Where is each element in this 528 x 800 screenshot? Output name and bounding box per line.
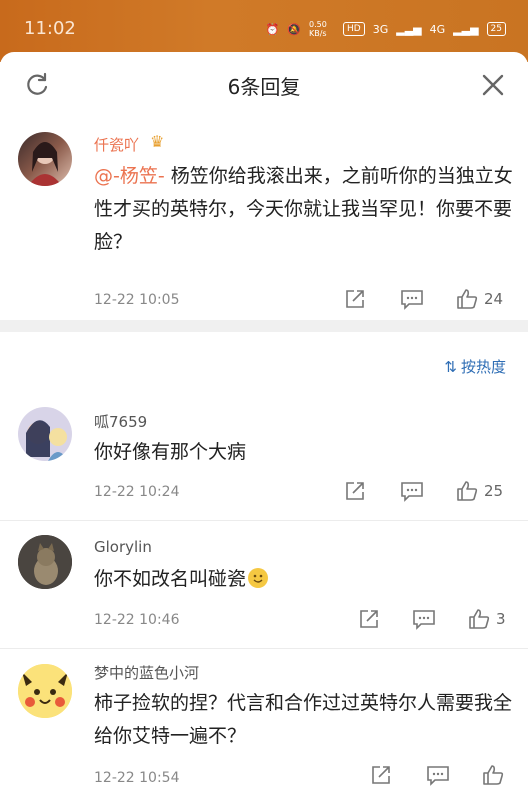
thumbs-up-icon [483,765,504,785]
reply-time: 12-22 10:24 [94,484,180,500]
net-speed: 0.50 KB/s [309,20,327,38]
sort-button[interactable]: ⇅ 按热度 [444,356,506,377]
like-count: 24 [484,290,504,308]
thumbs-up-icon [457,289,478,309]
comment-text: @-杨笠- 杨笠你给我滚出来，之前听你的当独立女性才买的英特尔，今天你就让我当罕… [94,160,514,259]
reply-item: 呱7659 你好像有那个大病 12-22 10:24 25 [0,402,528,517]
share-icon [346,290,364,308]
signal-4g: 4G [429,22,446,36]
share-icon [360,610,378,628]
reply-time: 12-22 10:54 [94,770,180,786]
username[interactable]: 梦中的蓝色小河 [94,662,199,683]
forward-button[interactable] [358,608,380,630]
like-button[interactable]: 3 [468,608,506,630]
status-icons: ⏰ 🔕 0.50 KB/s HD 3G ▂▃▅ 4G ▂▃▅ 25 [266,20,506,38]
main-comment: 仟瓷吖 ♛ @-杨笠- 杨笠你给我滚出来，之前听你的当独立女性才买的英特尔，今天… [0,122,528,322]
mute-icon: 🔕 [287,22,301,36]
smile-emoji-icon [248,568,269,588]
comment-icon [401,482,423,502]
divider [0,648,528,649]
reply-item: Glorylin 你不如改名叫碰瓷 12-22 10:46 3 [0,530,528,645]
share-icon [372,766,390,784]
reply-text: 你好像有那个大病 [94,441,247,463]
avatar[interactable] [18,535,72,589]
comment-button[interactable] [400,480,424,502]
reply-sheet: 6条回复 仟瓷吖 ♛ @-杨笠- 杨笠你给我滚出来，之前听你的当独立女性才买的英… [0,52,528,800]
comment-button[interactable] [400,288,424,310]
like-button[interactable]: 25 [456,480,503,502]
sort-icon: ⇅ [444,357,457,376]
close-icon[interactable] [480,72,506,98]
reply-item: 梦中的蓝色小河 柿子捡软的捏？代言和合作过过英特尔人需要我全给你艾特一遍不？ 1… [0,658,528,800]
reply-text: 你不如改名叫碰瓷 [94,563,514,596]
sheet-title: 6条回复 [227,75,301,99]
like-count: 25 [484,482,504,500]
sort-label: 按热度 [460,358,506,376]
reply-time: 12-22 10:46 [94,612,180,628]
reply-body: 你不如改名叫碰瓷 [94,568,247,590]
thumbs-up-icon [469,609,490,629]
vip-crown-icon: ♛ [150,132,165,151]
comment-button[interactable] [412,608,436,630]
forward-button[interactable] [344,480,366,502]
battery-icon: 25 [486,22,506,36]
status-time: 11:02 [24,18,76,39]
alarm-icon: ⏰ [265,22,280,36]
like-button[interactable] [482,764,510,786]
comment-icon [413,610,435,630]
divider [0,520,528,521]
section-divider [0,320,528,332]
username[interactable]: 仟瓷吖 [94,134,139,155]
share-icon [346,482,364,500]
signal-icon: ▂▃▅ [453,22,479,36]
signal-3g: 3G [372,22,389,36]
forward-button[interactable] [370,764,392,786]
like-button[interactable]: 24 [456,288,503,310]
mention-link[interactable]: @-杨笠- [94,165,165,187]
avatar[interactable] [18,664,72,718]
thumbs-up-icon [457,481,478,501]
comment-icon [427,766,449,786]
comment-time: 12-22 10:05 [94,292,180,308]
avatar[interactable] [18,407,72,461]
comment-icon [401,290,423,310]
sheet-header: 6条回复 [0,52,528,118]
like-count: 3 [496,610,506,628]
avatar[interactable] [18,132,72,186]
hd-badge: HD [343,22,365,36]
signal-icon: ▂▃▅ [396,22,422,36]
reply-text: 柿子捡软的捏？代言和合作过过英特尔人需要我全给你艾特一遍不？ [94,692,513,747]
username[interactable]: Glorylin [94,538,152,556]
comment-button[interactable] [426,764,450,786]
username[interactable]: 呱7659 [94,411,147,432]
forward-button[interactable] [344,288,366,310]
